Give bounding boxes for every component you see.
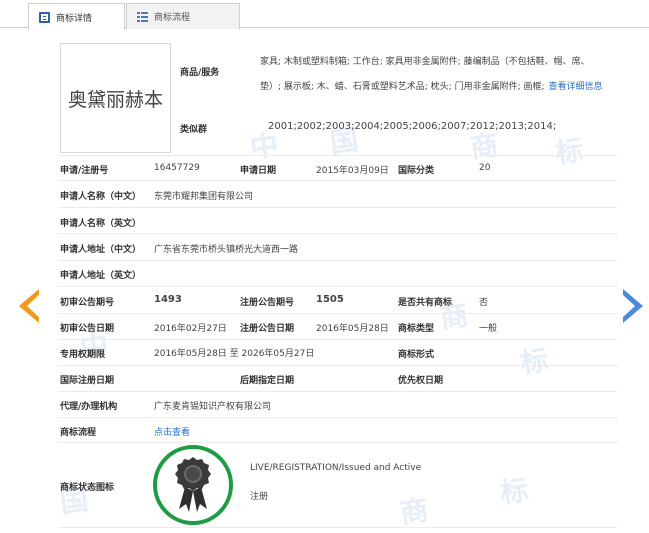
applicant-cn-value: 东莞市耀邦集团有限公司 bbox=[154, 192, 254, 202]
intl-class-label: 国际分类 bbox=[398, 166, 435, 176]
status-medal-icon bbox=[153, 445, 233, 525]
watermark-char: 商 bbox=[398, 493, 431, 530]
row-divider bbox=[58, 365, 618, 366]
similar-group-label: 类似群 bbox=[180, 125, 208, 135]
goods-label: 商品/服务 bbox=[180, 68, 220, 78]
view-details-link[interactable]: 查看详细信息 bbox=[549, 82, 603, 92]
applicant-cn-label: 申请人名称（中文） bbox=[60, 192, 142, 202]
row-divider bbox=[58, 260, 618, 261]
watermark-char: 标 bbox=[518, 343, 551, 380]
pre-pub-date-label: 初审公告日期 bbox=[60, 324, 115, 334]
row-divider bbox=[58, 417, 618, 418]
row-divider bbox=[58, 339, 618, 340]
tab-trademark-details[interactable]: 商标详情 bbox=[28, 3, 125, 30]
row-divider bbox=[58, 391, 618, 392]
row-divider bbox=[58, 207, 618, 208]
tm-type-label: 商标类型 bbox=[398, 324, 435, 334]
status-en-text: LIVE/REGISTRATION/Issued and Active bbox=[250, 463, 422, 473]
app-no-value: 16457729 bbox=[154, 163, 200, 173]
intl-reg-date-label: 国际注册日期 bbox=[60, 376, 115, 386]
flow-label: 商标流程 bbox=[60, 428, 97, 438]
applicant-en-label: 申请人名称（英文） bbox=[60, 219, 142, 229]
address-cn-value: 广东省东莞市桥头镇桥光大道西一路 bbox=[154, 245, 299, 255]
tab-trademark-flow[interactable]: 商标流程 bbox=[126, 3, 240, 29]
watermark-char: 标 bbox=[553, 133, 586, 170]
shared-label: 是否共有商标 bbox=[398, 298, 453, 308]
pre-pub-date-value: 2016年02月27日 bbox=[154, 324, 227, 334]
agent-value: 广东麦肯锡知识产权有限公司 bbox=[154, 402, 272, 412]
address-en-label: 申请人地址（英文） bbox=[60, 271, 142, 281]
row-divider bbox=[58, 527, 618, 528]
tm-type-value: 一般 bbox=[479, 324, 498, 334]
goods-text: 家具; 木制或塑料制箱; 工作台; 家具用非金属附件; 藤编制品（不包括鞋、帽、… bbox=[260, 57, 590, 92]
reg-pub-date-label: 注册公告日期 bbox=[240, 324, 295, 334]
row-divider bbox=[58, 286, 618, 287]
tab-label: 商标详情 bbox=[56, 13, 93, 24]
app-date-value: 2015年03月09日 bbox=[316, 166, 389, 176]
agent-label: 代理/办理机构 bbox=[60, 402, 118, 412]
next-arrow-icon[interactable] bbox=[622, 289, 643, 323]
flow-view-link[interactable]: 点击查看 bbox=[154, 425, 190, 438]
priority-date-label: 优先权日期 bbox=[398, 376, 444, 386]
similar-group-value: 2001;2002;2003;2004;2005;2006;2007;2012;… bbox=[268, 121, 557, 132]
reg-pub-date-value: 2016年05月28日 bbox=[316, 324, 389, 334]
exclusive-value: 2016年05月28日 至 2026年05月27日 bbox=[154, 349, 315, 359]
tab-label: 商标流程 bbox=[154, 13, 191, 23]
row-divider bbox=[58, 180, 618, 181]
pre-pub-no-value: 1493 bbox=[154, 294, 182, 305]
intl-class-value: 20 bbox=[479, 163, 491, 173]
trademark-image: 奥黛丽赫本 bbox=[60, 43, 171, 153]
row-divider bbox=[58, 313, 618, 314]
tm-form-label: 商标形式 bbox=[398, 350, 435, 360]
row-divider bbox=[58, 233, 618, 234]
later-date-label: 后期指定日期 bbox=[240, 376, 295, 386]
app-date-label: 申请日期 bbox=[240, 166, 277, 176]
row-divider bbox=[58, 442, 618, 443]
address-cn-label: 申请人地址（中文） bbox=[60, 245, 142, 255]
row-divider bbox=[58, 155, 618, 156]
prev-arrow-icon[interactable] bbox=[19, 289, 40, 323]
reg-pub-no-label: 注册公告期号 bbox=[240, 298, 295, 308]
trademark-logo-text: 奥黛丽赫本 bbox=[67, 88, 163, 111]
reg-pub-no-value: 1505 bbox=[316, 294, 344, 305]
exclusive-label: 专用权期限 bbox=[60, 350, 106, 360]
list-icon bbox=[137, 11, 148, 22]
tab-bar: 商标详情 商标流程 bbox=[0, 0, 649, 30]
watermark-char: 标 bbox=[498, 473, 531, 510]
status-icon-label: 商标状态图标 bbox=[60, 483, 115, 493]
pre-pub-no-label: 初审公告期号 bbox=[60, 298, 115, 308]
goods-list: 家具; 木制或塑料制箱; 工作台; 家具用非金属附件; 藤编制品（不包括鞋、帽、… bbox=[260, 50, 610, 100]
shared-value: 否 bbox=[479, 298, 489, 308]
status-cn-text: 注册 bbox=[250, 492, 269, 502]
app-no-label: 申请/注册号 bbox=[60, 166, 109, 176]
document-icon bbox=[39, 11, 50, 23]
